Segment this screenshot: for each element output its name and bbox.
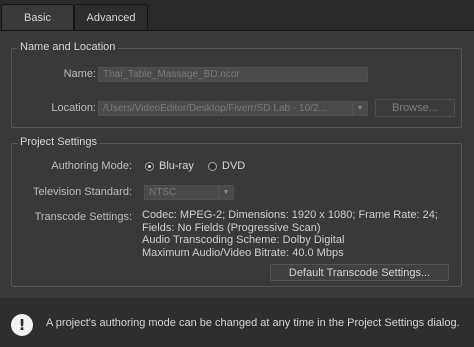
chevron-down-icon: ▼	[218, 186, 233, 199]
transcode-line-codec: Codec: MPEG-2; Dimensions: 1920 x 1080; …	[142, 209, 438, 221]
bluray-radio-label[interactable]: Blu-ray	[159, 160, 194, 172]
tab-advanced[interactable]: Advanced	[74, 4, 148, 30]
transcode-line-audio: Audio Transcoding Scheme: Dolby Digital	[142, 234, 345, 246]
transcode-details: Codec: MPEG-2; Dimensions: 1920 x 1080; …	[142, 209, 462, 259]
bluray-radio[interactable]	[145, 162, 154, 171]
chevron-down-icon: ▼	[352, 102, 367, 115]
dvd-radio[interactable]	[208, 162, 217, 171]
project-settings-legend: Project Settings	[18, 136, 100, 148]
exclamation-info-icon: !	[11, 314, 33, 336]
basic-panel: Name and Location Name: Thai_Table_Massa…	[0, 30, 474, 298]
location-label: Location:	[51, 102, 96, 114]
info-footer: ! A project's authoring mode can be chan…	[0, 298, 474, 347]
tv-standard-value: NTSC	[149, 187, 177, 198]
name-location-legend: Name and Location	[18, 41, 118, 53]
tab-basic[interactable]: Basic	[1, 4, 74, 30]
dvd-radio-label[interactable]: DVD	[222, 160, 245, 172]
transcode-settings-label: Transcode Settings:	[34, 211, 132, 223]
tv-standard-label: Television Standard:	[32, 186, 132, 198]
tv-standard-dropdown[interactable]: NTSC ▼	[144, 185, 234, 200]
transcode-line-fields: Fields: No Fields (Progressive Scan)	[142, 221, 321, 234]
footer-message: A project's authoring mode can be change…	[46, 317, 460, 329]
tab-bar: Basic Advanced	[0, 0, 474, 30]
name-field[interactable]: Thai_Table_Massage_BD.ncor	[98, 67, 368, 82]
default-transcode-settings-button[interactable]: Default Transcode Settings...	[270, 264, 449, 281]
name-label: Name:	[63, 68, 96, 80]
browse-button[interactable]: Browse...	[375, 99, 455, 117]
location-value: /Users/VideoEditor/Desktop/Fiverr/SD Lab…	[103, 103, 327, 114]
location-dropdown[interactable]: /Users/VideoEditor/Desktop/Fiverr/SD Lab…	[98, 101, 368, 116]
authoring-mode-label: Authoring Mode:	[51, 160, 132, 172]
name-location-group: Name and Location Name: Thai_Table_Massa…	[11, 41, 462, 128]
transcode-line-bitrate: Maximum Audio/Video Bitrate: 40.0 Mbps	[142, 246, 344, 259]
project-settings-dialog: Basic Advanced Name and Location Name: T…	[0, 0, 474, 347]
